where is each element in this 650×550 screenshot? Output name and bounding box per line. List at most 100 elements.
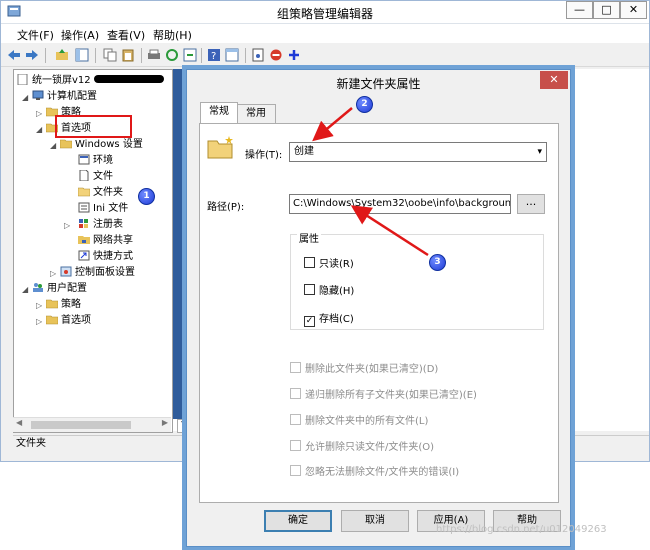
tree-item-network-shares[interactable]: 网络共享 xyxy=(78,233,133,248)
tree-item-computer-config[interactable]: 计算机配置 xyxy=(32,89,97,104)
document-icon[interactable] xyxy=(251,48,265,62)
tree-item-control-panel[interactable]: 控制面板设置 xyxy=(60,265,135,280)
scroll-left-icon[interactable]: ◀ xyxy=(16,418,22,427)
menu-help[interactable]: 帮助(H) xyxy=(153,27,192,43)
tree-item-environment[interactable]: 环境 xyxy=(78,153,113,168)
scrollbar-thumb[interactable] xyxy=(31,421,131,429)
help-icon[interactable]: ? xyxy=(207,48,221,62)
tree-item-shortcuts[interactable]: 快捷方式 xyxy=(78,249,133,264)
annotation-badge-2: 2 xyxy=(356,96,373,113)
folder-icon xyxy=(78,187,90,197)
menu-file[interactable]: 文件(F) xyxy=(17,27,54,43)
expand-arrow-icon[interactable]: ▷ xyxy=(50,269,58,278)
option-allow-delete-readonly[interactable]: 允许删除只读文件/文件夹(O) xyxy=(290,438,434,453)
checkbox-box[interactable] xyxy=(290,388,301,399)
checkmark-icon[interactable]: ✓ xyxy=(304,316,315,327)
svg-text:?: ? xyxy=(211,51,216,62)
toolbar-separator xyxy=(45,48,46,63)
tree-item-ini-files[interactable]: Ini 文件 xyxy=(78,201,128,216)
tree-item-user-policies[interactable]: 策略 xyxy=(46,297,81,312)
browse-button[interactable]: ... xyxy=(517,194,545,214)
tree-root[interactable]: 统一锁屏v12 xyxy=(17,73,164,88)
checkbox-box[interactable] xyxy=(290,440,301,451)
properties-pane-icon[interactable] xyxy=(225,48,239,62)
action-label: 操作(T): xyxy=(245,150,283,161)
folder-icon xyxy=(46,315,58,325)
path-input[interactable]: C:\Windows\System32\oobe\info\background xyxy=(289,194,511,214)
forward-arrow-icon[interactable] xyxy=(25,48,39,62)
menu-view[interactable]: 查看(V) xyxy=(107,27,145,43)
tree-item-windows-settings[interactable]: Windows 设置 xyxy=(60,137,143,152)
path-label: 路径(P): xyxy=(207,202,245,213)
collapse-arrow-icon[interactable]: ◢ xyxy=(22,285,30,294)
file-icon xyxy=(79,170,89,181)
checkbox-box[interactable] xyxy=(304,284,315,295)
scroll-right-icon[interactable]: ▶ xyxy=(162,418,168,427)
up-folder-icon[interactable] xyxy=(55,48,69,62)
checkbox-box[interactable] xyxy=(304,257,315,268)
collapse-arrow-icon[interactable]: ◢ xyxy=(50,141,58,150)
dialog-title: 新建文件夹属性 xyxy=(336,77,421,91)
expand-arrow-icon[interactable]: ▷ xyxy=(36,109,44,118)
window-title: 组策略管理编辑器 xyxy=(276,7,373,21)
checkbox-box[interactable] xyxy=(290,362,301,373)
maximize-button[interactable]: □ xyxy=(593,1,620,19)
cancel-button[interactable]: 取消 xyxy=(341,510,409,532)
tree-horizontal-scrollbar[interactable]: ◀ ▶ xyxy=(13,417,171,432)
tab-general[interactable]: 常规 xyxy=(200,102,238,123)
option-delete-folder-if-empty[interactable]: 删除此文件夹(如果已清空)(D) xyxy=(290,360,438,375)
attributes-group-title: 属性 xyxy=(297,230,321,245)
control-panel-icon xyxy=(60,266,72,277)
toolbar-separator xyxy=(245,48,246,63)
expand-arrow-icon[interactable]: ▷ xyxy=(36,317,44,326)
menu-action[interactable]: 操作(A) xyxy=(61,27,99,43)
dialog-close-button[interactable]: ✕ xyxy=(540,71,568,89)
collapse-arrow-icon[interactable]: ◢ xyxy=(22,93,30,102)
checkbox-box[interactable] xyxy=(290,414,301,425)
toolbar: ? xyxy=(1,44,649,67)
annotation-badge-1: 1 xyxy=(138,188,155,205)
export-list-icon[interactable] xyxy=(183,48,197,62)
stop-icon[interactable] xyxy=(269,48,283,62)
tree-item-registry[interactable]: 注册表 xyxy=(78,217,123,232)
shortcut-icon xyxy=(78,250,90,261)
close-button[interactable]: ✕ xyxy=(620,1,647,19)
option-recursive-delete[interactable]: 递归删除所有子文件夹(如果已清空)(E) xyxy=(290,386,477,401)
archive-checkbox[interactable]: ✓ 存档(C) xyxy=(304,310,354,327)
environment-icon xyxy=(78,154,90,165)
ok-button[interactable]: 确定 xyxy=(264,510,332,532)
print-icon[interactable] xyxy=(147,48,161,62)
tab-common[interactable]: 常用 xyxy=(236,104,276,123)
folder-highlight-box xyxy=(55,115,132,138)
readonly-checkbox[interactable]: 只读(R) xyxy=(304,255,354,270)
show-hide-tree-icon[interactable] xyxy=(75,48,89,62)
details-pane-header-strip xyxy=(173,69,187,419)
refresh-icon[interactable] xyxy=(165,48,179,62)
tree-item-user-config[interactable]: 用户配置 xyxy=(32,281,87,296)
expand-arrow-icon[interactable]: ▷ xyxy=(64,221,72,230)
copy-icon[interactable] xyxy=(103,48,117,62)
option-delete-all-files[interactable]: 删除文件夹中的所有文件(L) xyxy=(290,412,428,427)
expand-arrow-icon[interactable]: ▷ xyxy=(36,301,44,310)
folder-icon xyxy=(60,139,72,149)
tree-item-folders[interactable]: 文件夹 xyxy=(78,185,123,200)
tree-item-files[interactable]: 文件 xyxy=(78,169,113,184)
checkbox-box[interactable] xyxy=(290,465,301,476)
hidden-checkbox[interactable]: 隐藏(H) xyxy=(304,282,354,297)
option-ignore-errors[interactable]: 忽略无法删除文件/文件夹的错误(I) xyxy=(290,463,459,478)
new-folder-properties-dialog: 新建文件夹属性 ✕ 常规 常用 操作(T): 创建 ▾ 路径(P): C:\Wi… xyxy=(186,69,571,547)
title-bar: 组策略管理编辑器 — □ ✕ xyxy=(1,1,649,24)
add-icon[interactable] xyxy=(287,48,301,62)
tree-item-user-preferences[interactable]: 首选项 xyxy=(46,313,91,328)
paste-icon[interactable] xyxy=(121,48,135,62)
minimize-button[interactable]: — xyxy=(566,1,593,19)
menu-bar: 文件(F) 操作(A) 查看(V) 帮助(H) xyxy=(1,24,649,43)
action-dropdown[interactable]: 创建 ▾ xyxy=(289,142,547,162)
policy-icon xyxy=(17,74,28,85)
redaction-mark xyxy=(93,75,164,83)
back-arrow-icon[interactable] xyxy=(7,48,21,62)
computer-icon xyxy=(32,90,44,100)
ini-file-icon xyxy=(78,202,90,213)
collapse-arrow-icon[interactable]: ◢ xyxy=(36,125,44,134)
registry-icon xyxy=(79,219,88,228)
